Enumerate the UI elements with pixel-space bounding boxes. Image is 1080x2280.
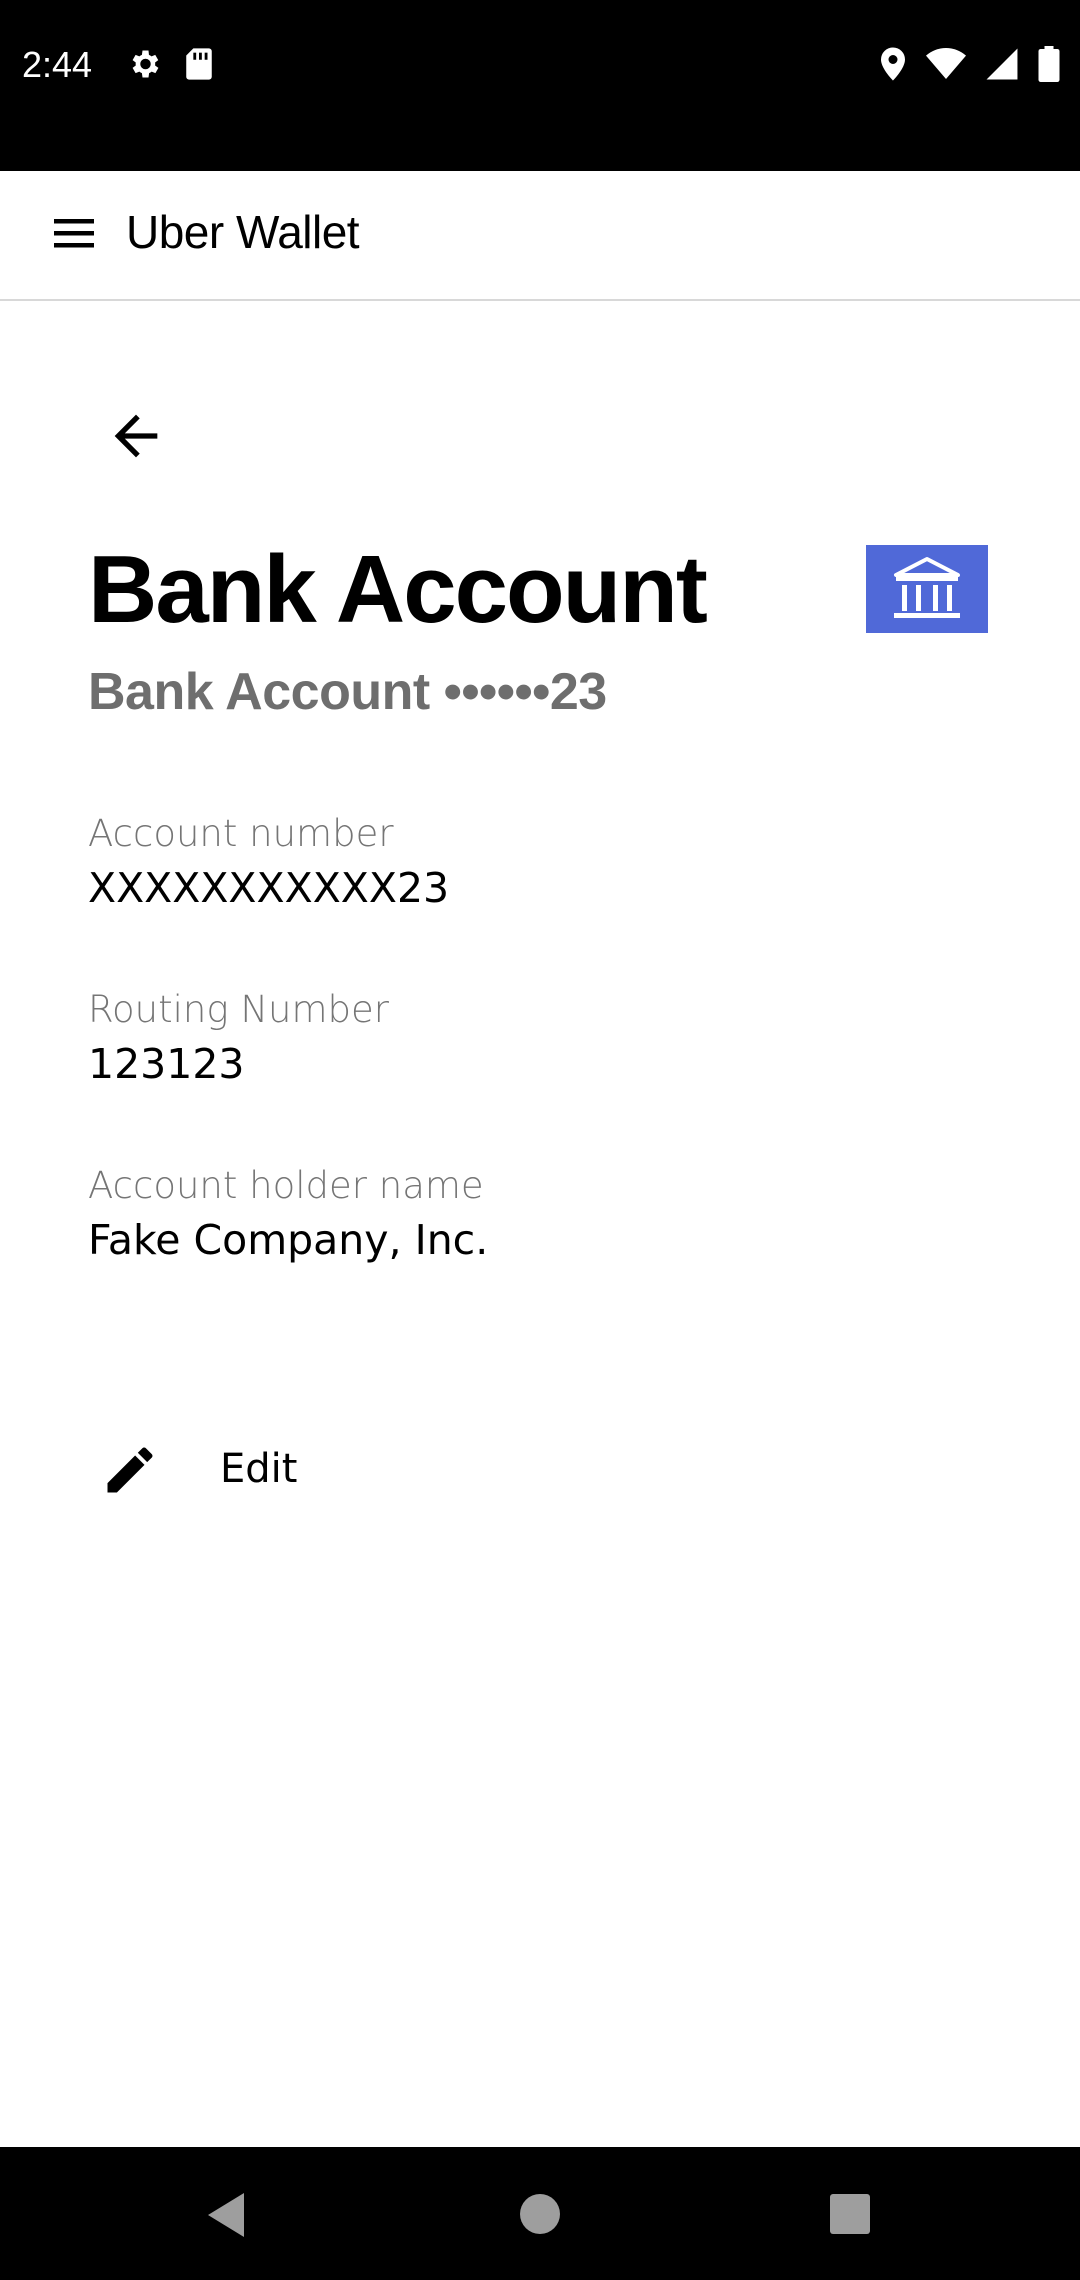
signal-icon [986,48,1018,80]
routing-number-label: Routing Number [88,988,389,1031]
back-triangle-icon[interactable] [204,2191,248,2239]
edit-button[interactable]: Edit [88,1430,488,1510]
settings-icon [132,50,159,78]
account-number-label: Account number [88,812,394,855]
hamburger-menu-icon [54,219,94,248]
bank-badge [866,545,988,633]
status-bar: 2:44 [0,0,1080,171]
bank-icon [894,557,960,618]
back-button[interactable] [104,404,168,468]
status-time: 2:44 [22,44,93,85]
system-nav-bar [0,2147,1080,2280]
pencil-icon [107,1447,153,1493]
battery-icon [1038,46,1060,82]
account-number-value: XXXXXXXXXXX23 [88,864,450,912]
wifi-icon [926,48,966,79]
app-title: Uber Wallet [126,206,360,258]
page-subtitle: Bank Account ••••••23 [88,663,607,721]
routing-number-value: 123123 [88,1040,245,1088]
page-title: Bank Account [88,536,708,643]
sd-card-icon [186,48,212,80]
recents-square-icon[interactable] [829,2193,871,2235]
edit-label: Edit [220,1446,298,1492]
menu-button[interactable] [52,215,100,255]
status-right-icons [878,46,1060,82]
location-icon [881,47,905,81]
account-holder-label: Account holder name [88,1164,484,1207]
status-left-icons [126,46,214,82]
app-bar: Uber Wallet [0,171,1080,301]
account-holder-value: Fake Company, Inc. [88,1216,489,1264]
arrow-left-icon [114,414,158,458]
home-circle-icon[interactable] [519,2193,561,2235]
